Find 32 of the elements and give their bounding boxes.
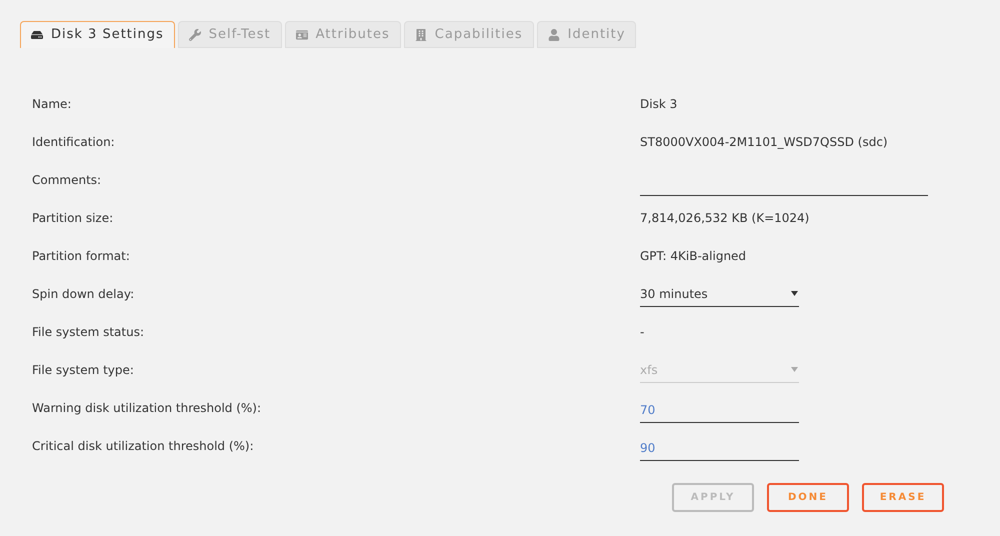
tab[interactable]: Self-Test [178,21,282,48]
setting-value: ST8000VX004-2M1101_WSD7QSSD (sdc) [640,134,888,151]
setting-value: 7,814,026,532 KB (K=1024) [640,210,810,227]
action-button[interactable]: ERASE [862,483,944,512]
setting-label: Critical disk utilization threshold (%): [31,438,255,455]
dropdown-field[interactable]: 30 minutes [640,281,799,307]
setting-value: - [640,324,644,341]
setting-label: Name: [31,96,72,113]
setting-label: Partition format: [31,248,131,265]
id-card-icon [296,28,308,40]
setting-label: Spin down delay: [31,286,136,303]
setting-value: Disk 3 [640,96,678,113]
tab[interactable]: Attributes [284,21,401,48]
tab[interactable]: Disk 3 Settings [20,21,175,48]
caret-icon [791,366,798,373]
setting-value: GPT: 4KiB-aligned [640,248,746,265]
disk-drive-icon [31,29,43,41]
action-button[interactable]: DONE [767,483,849,512]
user-icon [548,28,560,40]
tab[interactable]: Capabilities [404,21,534,48]
setting-label: File system status: [31,324,146,341]
tab[interactable]: Identity [536,21,636,48]
number-field[interactable]: 70 [640,397,799,423]
setting-label: File system type: [31,362,135,379]
setting-label: Warning disk utilization threshold (%): [31,400,262,417]
setting-label: Partition size: [31,210,114,227]
caret-icon [791,290,798,297]
setting-label: Identification: [31,134,116,151]
building-icon [414,28,427,40]
wrench-icon [188,28,201,40]
number-field[interactable]: 90 [640,435,799,461]
setting-label: Comments: [31,172,102,189]
